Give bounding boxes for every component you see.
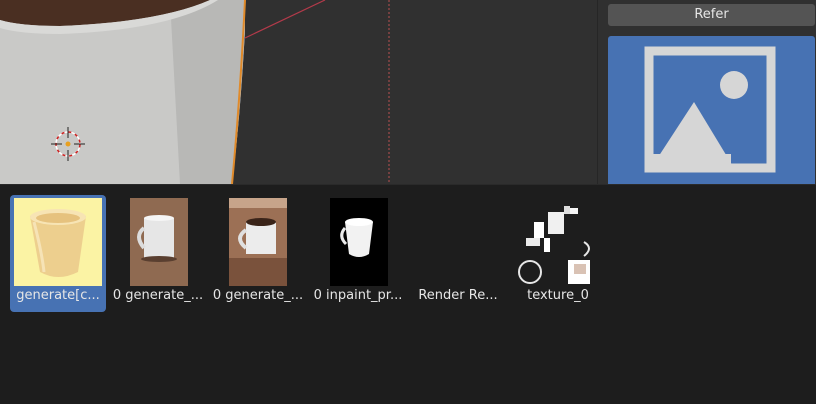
browser-item[interactable]: 0 generate_... (210, 195, 306, 312)
image-placeholder-icon (644, 46, 776, 173)
image-browser: generate[c... 0 generate_... 0 generate_… (0, 184, 816, 404)
texture-thumbnail (514, 198, 602, 286)
mug-thumbnail (114, 198, 202, 286)
browser-item-label: texture_0 (527, 288, 589, 303)
browser-item[interactable]: Render Re... (410, 195, 506, 312)
browser-item[interactable]: 0 generate_... (110, 195, 206, 312)
render-result-thumbnail (414, 198, 502, 286)
browser-item-label: generate[c... (16, 288, 100, 303)
image-properties-panel: Refer (597, 0, 816, 184)
3d-viewport[interactable] (0, 0, 597, 184)
refer-button[interactable]: Refer (608, 4, 815, 26)
browser-item[interactable]: generate[c... (10, 195, 106, 312)
browser-item-label: 0 generate_... (112, 288, 204, 303)
3d-cursor-icon[interactable] (49, 125, 87, 163)
mug-coffee-thumbnail (214, 198, 302, 286)
browser-item[interactable]: texture_0 (510, 195, 606, 312)
inpaint-mask-thumbnail (314, 198, 402, 286)
browser-item-label: Render Re... (418, 288, 498, 303)
browser-item-label: 0 generate_... (212, 288, 304, 303)
reference-image-card[interactable] (608, 36, 815, 184)
browser-item-label: 0 inpaint_pr... (313, 288, 403, 303)
browser-item[interactable]: 0 inpaint_pr... (310, 195, 406, 312)
cup-thumbnail (14, 198, 102, 286)
